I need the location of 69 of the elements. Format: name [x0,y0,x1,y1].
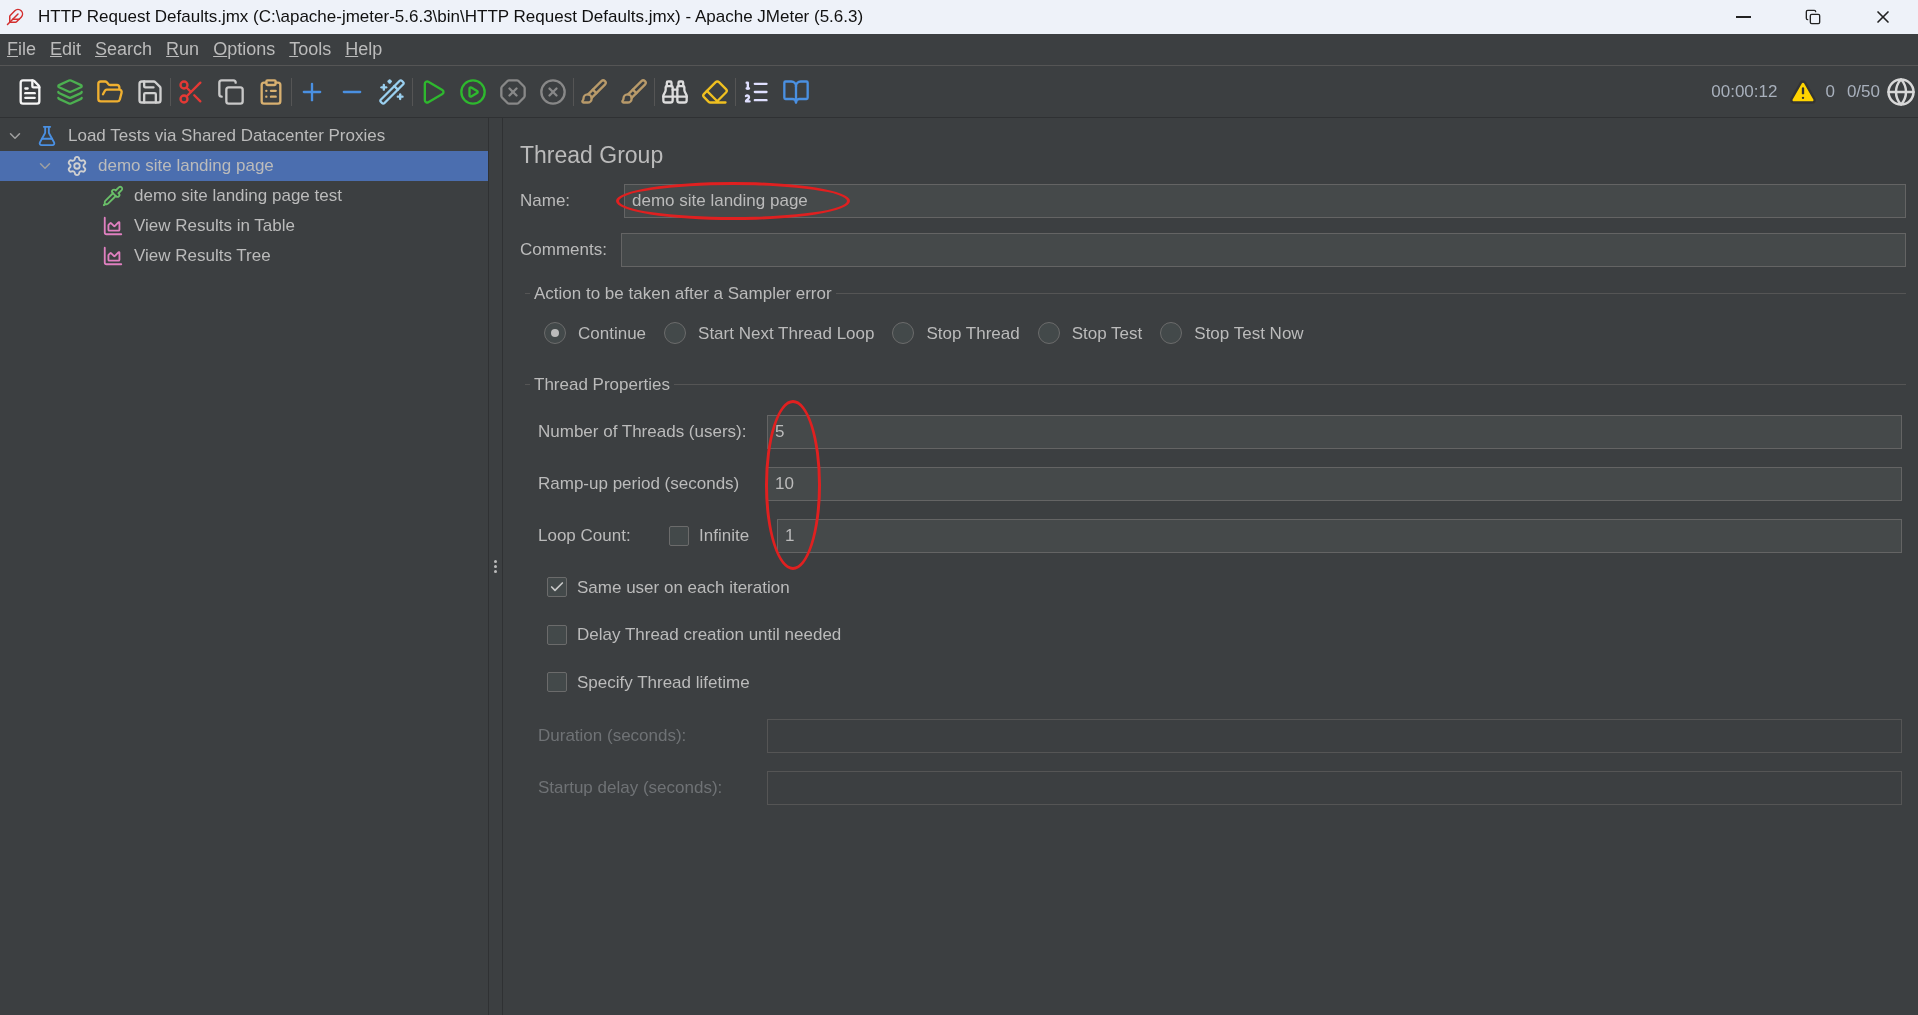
elapsed-time: 00:00:12 [1711,80,1778,103]
input-field[interactable] [621,233,1906,267]
chart-icon [102,215,124,237]
field-label: Loop Count: [538,524,632,547]
tree-item[interactable]: View Results Tree [0,241,488,271]
save-icon[interactable] [136,77,164,106]
field-label: Comments: [520,239,608,262]
menu-item[interactable]: Edit [43,36,89,63]
panel-title: Thread Group [520,141,665,170]
input-field[interactable]: 1 [777,518,1902,553]
pipette-icon [102,185,124,207]
checkbox-label: Delay Thread creation until needed [577,624,842,646]
group-title: Thread Properties [533,374,672,396]
tree-item[interactable]: View Results in Table [0,211,488,241]
menu-item[interactable]: Tools [282,36,339,63]
tree-item-label: Load Tests via Shared Datacenter Proxies [68,125,386,148]
gear-icon [66,155,88,177]
tree-item[interactable]: Load Tests via Shared Datacenter Proxies [0,121,488,151]
binoculars-icon[interactable] [661,77,689,106]
radio-label: Stop Test [1071,322,1143,345]
checkbox[interactable] [669,525,689,546]
restore-icon [1805,9,1821,25]
checkbox-label: Specify Thread lifetime [577,671,750,694]
minimize-icon [1735,16,1751,18]
radio-label: Stop Thread [926,322,1020,345]
warning-icon[interactable] [1789,77,1818,106]
radio-button[interactable] [1037,322,1060,345]
radio-label: Continue [578,322,647,345]
feather-icon [6,8,24,26]
menu-item[interactable]: File [0,36,43,63]
input-field[interactable]: 10 [767,466,1902,501]
copy-icon[interactable] [217,77,245,106]
checkbox-label: Infinite [699,524,751,547]
tree-item-label: demo site landing page [98,155,274,178]
globe-icon [1886,76,1916,107]
menu-item[interactable]: Options [206,36,283,63]
window-title: HTTP Request Defaults.jmx (C:\apache-jmeter-5.6.3\bin\HTTP Request Defaults.jmx) - Apache JMeter (5.6.3) [38,6,864,29]
tree-item-label: demo site landing page test [134,185,342,208]
tree-item-label: View Results in Table [134,215,295,238]
radio-label: Start Next Thread Loop [698,322,875,345]
warning-count: 0 [1825,80,1835,103]
clear-icon[interactable] [580,77,608,106]
input-field[interactable] [767,719,1902,753]
input-field[interactable]: 5 [767,414,1902,449]
radio-button[interactable] [892,322,915,345]
checkbox[interactable] [547,672,567,693]
checkbox[interactable] [547,577,567,598]
input-field[interactable] [767,771,1902,805]
menu-item[interactable]: Help [338,36,390,63]
checkbox-label: Same user on each iteration [577,576,790,599]
field-label: Number of Threads (users): [538,420,748,443]
tree-item[interactable]: demo site landing page test [0,181,488,211]
clear-all-icon[interactable] [620,77,648,106]
field-label: Name: [520,190,572,213]
radio-button[interactable] [664,322,687,345]
input-field[interactable]: demo site landing page [624,184,1906,218]
checkbox[interactable] [547,624,567,645]
group-title: Action to be taken after a Sampler error [533,283,833,305]
tree-item-label: View Results Tree [134,245,271,268]
chart-icon [102,245,124,267]
radio-label: Stop Test Now [1194,322,1304,345]
menu-item[interactable]: Run [159,36,207,63]
radio-button[interactable] [544,322,566,345]
field-label: Ramp-up period (seconds) [538,472,741,495]
stop-icon[interactable] [499,77,527,106]
flask-icon [36,125,58,147]
thread-count: 0/50 [1846,80,1880,103]
menu-item[interactable]: Search [88,36,160,63]
radio-button[interactable] [1160,322,1183,345]
